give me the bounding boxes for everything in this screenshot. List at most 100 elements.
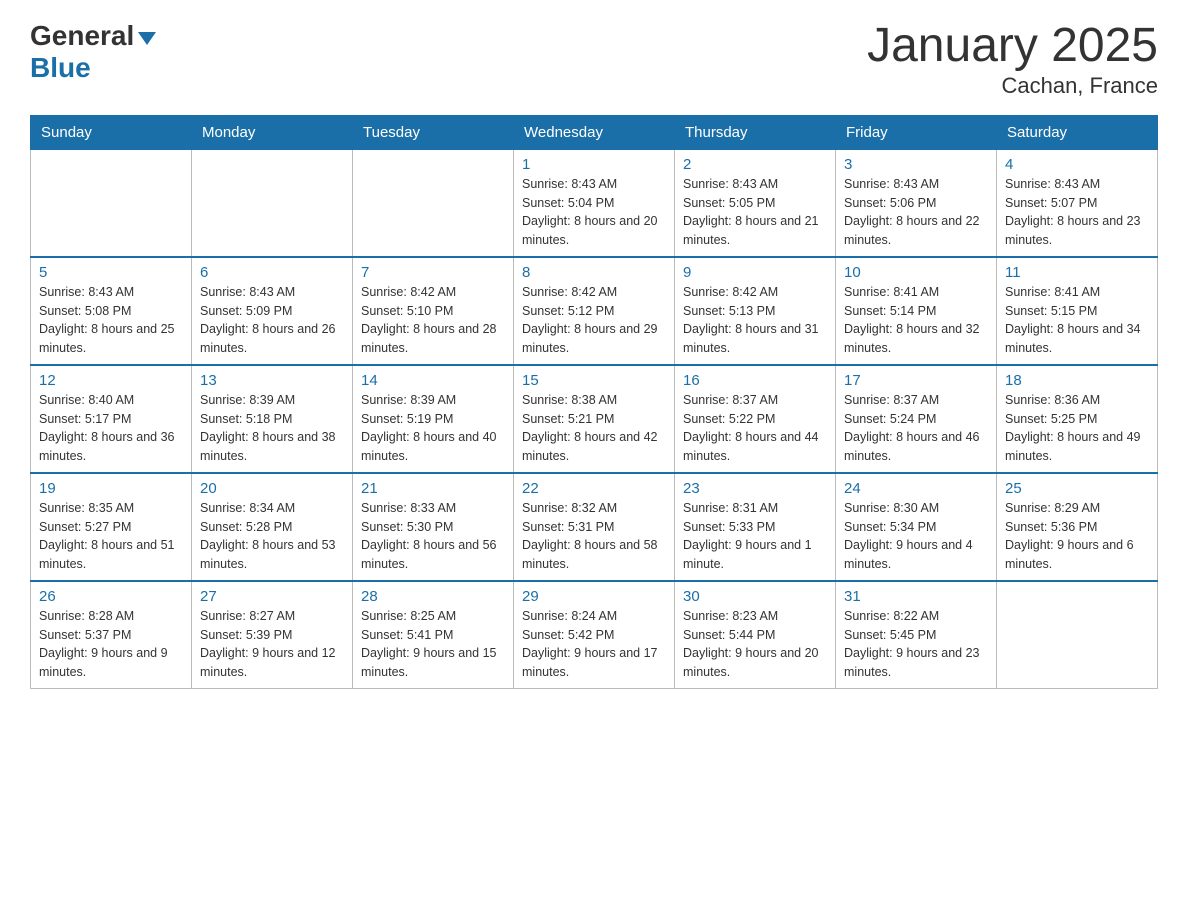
day-number: 24 xyxy=(844,480,988,497)
table-row: 20 Sunrise: 8:34 AMSunset: 5:28 PMDayligh… xyxy=(192,473,353,581)
day-number: 6 xyxy=(200,264,344,281)
table-row xyxy=(31,149,192,257)
day-number: 21 xyxy=(361,480,505,497)
header-sunday: Sunday xyxy=(31,115,192,149)
table-row: 26 Sunrise: 8:28 AMSunset: 5:37 PMDayligh… xyxy=(31,581,192,689)
day-info: Sunrise: 8:42 AMSunset: 5:13 PMDaylight:… xyxy=(683,283,827,358)
header-wednesday: Wednesday xyxy=(514,115,675,149)
logo-general-text: General xyxy=(30,20,134,52)
day-number: 5 xyxy=(39,264,183,281)
table-row: 16Sunrise: 8:37 AMSunset: 5:22 PMDayligh… xyxy=(675,365,836,473)
calendar-title: January 2025 xyxy=(867,20,1158,73)
day-info: Sunrise: 8:39 AMSunset: 5:19 PMDaylight:… xyxy=(361,391,505,466)
table-row: 13 Sunrise: 8:39 AMSunset: 5:18 PMDayligh… xyxy=(192,365,353,473)
day-info: Sunrise: 8:38 AMSunset: 5:21 PMDaylight:… xyxy=(522,391,666,466)
day-info: Sunrise: 8:25 AMSunset: 5:41 PMDaylight:… xyxy=(361,607,505,682)
day-number: 26 xyxy=(39,588,183,605)
day-info: Sunrise: 8:36 AMSunset: 5:25 PMDaylight:… xyxy=(1005,391,1149,466)
day-info: Sunrise: 8:43 AMSunset: 5:05 PMDaylight:… xyxy=(683,175,827,250)
calendar-subtitle: Cachan, France xyxy=(867,73,1158,99)
page-header: General Blue January 2025 Cachan, France xyxy=(30,20,1158,99)
day-number: 15 xyxy=(522,372,666,389)
day-info: Sunrise: 8:41 AMSunset: 5:14 PMDaylight:… xyxy=(844,283,988,358)
day-number: 10 xyxy=(844,264,988,281)
day-number: 16 xyxy=(683,372,827,389)
table-row: 15 Sunrise: 8:38 AMSunset: 5:21 PMDayligh… xyxy=(514,365,675,473)
table-row: 11 Sunrise: 8:41 AMSunset: 5:15 PMDayligh… xyxy=(997,257,1158,365)
day-info: Sunrise: 8:34 AMSunset: 5:28 PMDaylight:… xyxy=(200,499,344,574)
day-info: Sunrise: 8:28 AMSunset: 5:37 PMDaylight:… xyxy=(39,607,183,682)
day-number: 19 xyxy=(39,480,183,497)
day-number: 12 xyxy=(39,372,183,389)
table-row: 14 Sunrise: 8:39 AMSunset: 5:19 PMDayligh… xyxy=(353,365,514,473)
table-row: 17Sunrise: 8:37 AMSunset: 5:24 PMDayligh… xyxy=(836,365,997,473)
day-number: 11 xyxy=(1005,264,1149,281)
table-row: 5 Sunrise: 8:43 AMSunset: 5:08 PMDaylight… xyxy=(31,257,192,365)
day-info: Sunrise: 8:32 AMSunset: 5:31 PMDaylight:… xyxy=(522,499,666,574)
table-row: 8 Sunrise: 8:42 AMSunset: 5:12 PMDaylight… xyxy=(514,257,675,365)
day-info: Sunrise: 8:43 AMSunset: 5:09 PMDaylight:… xyxy=(200,283,344,358)
table-row: 1Sunrise: 8:43 AMSunset: 5:04 PMDaylight… xyxy=(514,149,675,257)
day-info: Sunrise: 8:23 AMSunset: 5:44 PMDaylight:… xyxy=(683,607,827,682)
day-number: 30 xyxy=(683,588,827,605)
day-number: 20 xyxy=(200,480,344,497)
day-number: 4 xyxy=(1005,156,1149,173)
day-number: 29 xyxy=(522,588,666,605)
calendar-week-row: 1Sunrise: 8:43 AMSunset: 5:04 PMDaylight… xyxy=(31,149,1158,257)
day-number: 31 xyxy=(844,588,988,605)
day-info: Sunrise: 8:42 AMSunset: 5:12 PMDaylight:… xyxy=(522,283,666,358)
day-number: 23 xyxy=(683,480,827,497)
table-row: 4 Sunrise: 8:43 AMSunset: 5:07 PMDaylight… xyxy=(997,149,1158,257)
day-info: Sunrise: 8:43 AMSunset: 5:07 PMDaylight:… xyxy=(1005,175,1149,250)
table-row: 7Sunrise: 8:42 AMSunset: 5:10 PMDaylight… xyxy=(353,257,514,365)
table-row xyxy=(192,149,353,257)
day-info: Sunrise: 8:29 AMSunset: 5:36 PMDaylight:… xyxy=(1005,499,1149,574)
day-number: 8 xyxy=(522,264,666,281)
table-row: 10 Sunrise: 8:41 AMSunset: 5:14 PMDayligh… xyxy=(836,257,997,365)
table-row: 23 Sunrise: 8:31 AMSunset: 5:33 PMDayligh… xyxy=(675,473,836,581)
table-row: 30 Sunrise: 8:23 AMSunset: 5:44 PMDayligh… xyxy=(675,581,836,689)
calendar-week-row: 5 Sunrise: 8:43 AMSunset: 5:08 PMDaylight… xyxy=(31,257,1158,365)
day-number: 25 xyxy=(1005,480,1149,497)
day-info: Sunrise: 8:41 AMSunset: 5:15 PMDaylight:… xyxy=(1005,283,1149,358)
day-info: Sunrise: 8:39 AMSunset: 5:18 PMDaylight:… xyxy=(200,391,344,466)
day-number: 7 xyxy=(361,264,505,281)
table-row: 6 Sunrise: 8:43 AMSunset: 5:09 PMDaylight… xyxy=(192,257,353,365)
logo: General Blue xyxy=(30,20,156,84)
table-row: 24Sunrise: 8:30 AMSunset: 5:34 PMDayligh… xyxy=(836,473,997,581)
table-row: 25 Sunrise: 8:29 AMSunset: 5:36 PMDayligh… xyxy=(997,473,1158,581)
calendar-week-row: 19 Sunrise: 8:35 AMSunset: 5:27 PMDayligh… xyxy=(31,473,1158,581)
calendar-header-row: Sunday Monday Tuesday Wednesday Thursday… xyxy=(31,115,1158,149)
day-number: 9 xyxy=(683,264,827,281)
day-number: 2 xyxy=(683,156,827,173)
logo-blue-text: Blue xyxy=(30,52,91,83)
table-row: 19 Sunrise: 8:35 AMSunset: 5:27 PMDayligh… xyxy=(31,473,192,581)
day-info: Sunrise: 8:24 AMSunset: 5:42 PMDaylight:… xyxy=(522,607,666,682)
day-number: 22 xyxy=(522,480,666,497)
calendar-week-row: 12Sunrise: 8:40 AMSunset: 5:17 PMDayligh… xyxy=(31,365,1158,473)
table-row: 12Sunrise: 8:40 AMSunset: 5:17 PMDayligh… xyxy=(31,365,192,473)
day-number: 14 xyxy=(361,372,505,389)
table-row: 21 Sunrise: 8:33 AMSunset: 5:30 PMDayligh… xyxy=(353,473,514,581)
day-info: Sunrise: 8:43 AMSunset: 5:08 PMDaylight:… xyxy=(39,283,183,358)
day-info: Sunrise: 8:35 AMSunset: 5:27 PMDaylight:… xyxy=(39,499,183,574)
table-row: 31 Sunrise: 8:22 AMSunset: 5:45 PMDayligh… xyxy=(836,581,997,689)
header-monday: Monday xyxy=(192,115,353,149)
day-info: Sunrise: 8:22 AMSunset: 5:45 PMDaylight:… xyxy=(844,607,988,682)
day-number: 27 xyxy=(200,588,344,605)
logo-triangle-icon xyxy=(138,32,156,45)
table-row xyxy=(997,581,1158,689)
day-info: Sunrise: 8:27 AMSunset: 5:39 PMDaylight:… xyxy=(200,607,344,682)
day-info: Sunrise: 8:31 AMSunset: 5:33 PMDaylight:… xyxy=(683,499,827,574)
table-row: 18Sunrise: 8:36 AMSunset: 5:25 PMDayligh… xyxy=(997,365,1158,473)
day-info: Sunrise: 8:43 AMSunset: 5:06 PMDaylight:… xyxy=(844,175,988,250)
table-row: 27 Sunrise: 8:27 AMSunset: 5:39 PMDayligh… xyxy=(192,581,353,689)
day-info: Sunrise: 8:33 AMSunset: 5:30 PMDaylight:… xyxy=(361,499,505,574)
table-row: 29 Sunrise: 8:24 AMSunset: 5:42 PMDayligh… xyxy=(514,581,675,689)
header-saturday: Saturday xyxy=(997,115,1158,149)
table-row: 2 Sunrise: 8:43 AMSunset: 5:05 PMDaylight… xyxy=(675,149,836,257)
header-tuesday: Tuesday xyxy=(353,115,514,149)
header-friday: Friday xyxy=(836,115,997,149)
calendar-week-row: 26 Sunrise: 8:28 AMSunset: 5:37 PMDayligh… xyxy=(31,581,1158,689)
day-number: 13 xyxy=(200,372,344,389)
